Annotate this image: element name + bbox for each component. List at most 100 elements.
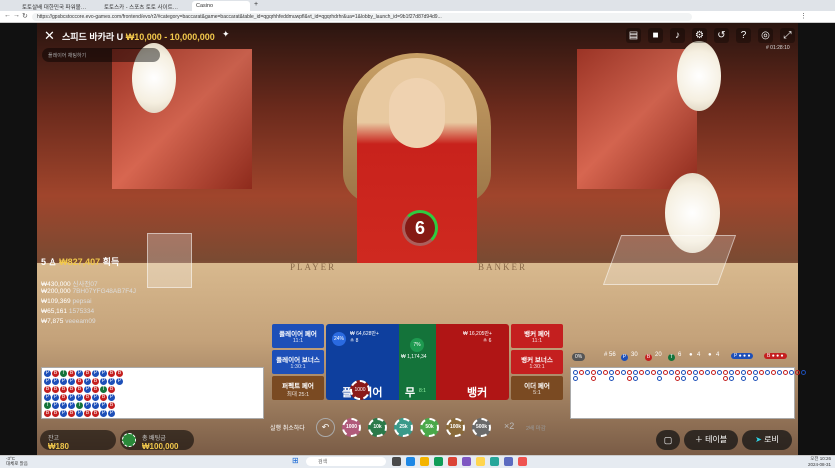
- bead-road-cell: P: [60, 378, 67, 385]
- winner-row: ₩65,161 1575334: [41, 308, 95, 315]
- chat-icon[interactable]: ▤: [626, 28, 641, 43]
- bead-road-cell: B: [92, 378, 99, 385]
- chip-500k[interactable]: 500k: [472, 418, 491, 437]
- taskview-icon[interactable]: [392, 457, 401, 466]
- big-road-cell: [651, 370, 656, 375]
- lobby-button[interactable]: ➤ 로비: [742, 430, 792, 450]
- bead-road-cell: B: [76, 386, 83, 393]
- big-road-cell: [687, 370, 692, 375]
- big-road-cell: [753, 370, 758, 375]
- bead-road-cell: B: [68, 410, 75, 417]
- player-pair-bet[interactable]: 플레이어 페어 11:1: [272, 324, 324, 348]
- bead-road[interactable]: PPBPTBBPBPPBTPBBPPBPBPPBPBBPTPBPPBPBPBBP…: [41, 367, 264, 419]
- player-bet-amount: ₩ 64,628만+: [350, 331, 379, 337]
- add-table-button[interactable]: ＋ 테이블: [684, 430, 738, 450]
- tie-count-icon: T: [668, 354, 675, 361]
- edge-icon[interactable]: [406, 457, 415, 466]
- settings-icon[interactable]: ⚙: [692, 28, 707, 43]
- new-tab-icon[interactable]: +: [254, 1, 258, 8]
- repeat-label[interactable]: 2배 마감: [526, 424, 546, 432]
- back-icon[interactable]: ←: [4, 12, 11, 19]
- bead-road-cell: B: [108, 386, 115, 393]
- big-road-cell: [801, 370, 806, 375]
- app-icon[interactable]: [518, 457, 527, 466]
- banker-bonus-bet[interactable]: 뱅커 보너스 1:30:1: [511, 350, 563, 374]
- video-icon[interactable]: ■: [648, 28, 663, 43]
- chip-10k[interactable]: 10k: [368, 418, 387, 437]
- chip-25k[interactable]: 25k: [394, 418, 413, 437]
- big-road-cell: [675, 370, 680, 375]
- browser-tab-2[interactable]: 토토스카 - 스포츠 토토 사이트…: [100, 1, 188, 11]
- lobby-games-icon[interactable]: ◎: [758, 28, 773, 43]
- browser-tab-3[interactable]: Casino: [192, 1, 250, 11]
- banker-ask-button[interactable]: B ● ● ●: [764, 353, 787, 359]
- big-road-cell: [735, 370, 740, 375]
- weather-widget[interactable]: -3°C 대체로 맑음: [6, 456, 28, 467]
- app-icon[interactable]: [462, 457, 471, 466]
- banker-pair-count-icon: ●: [708, 352, 712, 358]
- chrome-icon[interactable]: [434, 457, 443, 466]
- placed-chip[interactable]: 1000: [350, 380, 370, 400]
- extension-icon[interactable]: ⋮: [800, 12, 807, 20]
- app-icon[interactable]: [490, 457, 499, 466]
- taskbar-search[interactable]: 검색: [306, 457, 386, 466]
- app-icon[interactable]: [448, 457, 457, 466]
- big-road-cell: [723, 376, 728, 381]
- bet-limits[interactable]: ₩10,000 - 10,000,000: [126, 32, 215, 42]
- game-round-id: # 01:28:10: [766, 45, 790, 51]
- close-icon[interactable]: ✕: [44, 28, 55, 44]
- bead-road-cell: P: [76, 394, 83, 401]
- reload-icon[interactable]: ↻: [22, 12, 28, 20]
- bead-road-cell: P: [68, 394, 75, 401]
- bead-road-cell: P: [84, 402, 91, 409]
- player-bonus-bet[interactable]: 플레이어 보너스 1:30:1: [272, 350, 324, 374]
- big-road-cell: [765, 370, 770, 375]
- big-road-cell: [741, 376, 746, 381]
- url-field[interactable]: https://gpsbcstoccore.evo-games.com/fron…: [32, 13, 692, 21]
- history-icon[interactable]: ↺: [714, 28, 729, 43]
- kakao-icon[interactable]: [476, 457, 485, 466]
- bead-road-cell: B: [116, 370, 123, 377]
- bead-road-cell: B: [68, 370, 75, 377]
- bead-road-cell: P: [44, 394, 51, 401]
- undo-icon[interactable]: ↶: [316, 418, 335, 437]
- forward-icon[interactable]: →: [13, 12, 20, 19]
- banker-bet[interactable]: ₩ 16,205만+ ≗ 6 뱅커: [435, 324, 509, 400]
- help-icon[interactable]: ?: [736, 28, 751, 43]
- plus-icon: ＋: [694, 435, 703, 444]
- tie-bet[interactable]: 7% ₩ 1,174,34 무 8:1: [399, 324, 435, 400]
- chip-100k[interactable]: 100k: [446, 418, 465, 437]
- chat-input[interactable]: 플레이어 채팅하기: [42, 48, 160, 62]
- big-road-cell: [585, 370, 590, 375]
- sound-icon[interactable]: ♪: [670, 28, 685, 43]
- chip-50k[interactable]: 50k: [420, 418, 439, 437]
- big-road[interactable]: [570, 367, 806, 419]
- table-label-player: PLAYER: [290, 262, 337, 272]
- big-road-cell: [615, 370, 620, 375]
- bead-road-cell: P: [84, 386, 91, 393]
- banker-pair-bet[interactable]: 뱅커 페어 11:1: [511, 324, 563, 348]
- explorer-icon[interactable]: [420, 457, 429, 466]
- big-road-cell: [741, 370, 746, 375]
- perfect-pair-bet[interactable]: 퍼펙트 페어 최대 25:1: [272, 376, 324, 400]
- tie-percent: 7%: [410, 338, 424, 352]
- pin-icon[interactable]: ✦: [222, 29, 230, 40]
- stats-bar: 0% # 56 P 30 B 20 T 6 ● 4 ● 4 P ● ● ● B …: [570, 352, 795, 366]
- big-road-cell: [573, 376, 578, 381]
- chip-1000[interactable]: 1000: [342, 418, 361, 437]
- player-ask-button[interactable]: P ● ● ●: [731, 353, 754, 359]
- app-icon[interactable]: [504, 457, 513, 466]
- big-road-cell: [795, 370, 800, 375]
- double-button[interactable]: ×2: [504, 421, 514, 431]
- big-road-cell: [723, 370, 728, 375]
- big-road-cell: [717, 370, 722, 375]
- either-pair-bet[interactable]: 이더 페어 5:1: [511, 376, 563, 400]
- browser-tab-1[interactable]: 토토살배 대한민국 파워볼…: [18, 1, 96, 11]
- stats-tie: 6: [678, 352, 682, 358]
- chat-toggle-icon[interactable]: ▢: [656, 430, 680, 450]
- taskbar-clock[interactable]: 오전 10:26 2024-08-31: [808, 456, 831, 467]
- start-icon[interactable]: ⊞: [292, 456, 299, 465]
- fullscreen-icon[interactable]: ⤢: [780, 28, 795, 43]
- banker-count-icon: B: [645, 354, 652, 361]
- bead-road-cell: P: [76, 370, 83, 377]
